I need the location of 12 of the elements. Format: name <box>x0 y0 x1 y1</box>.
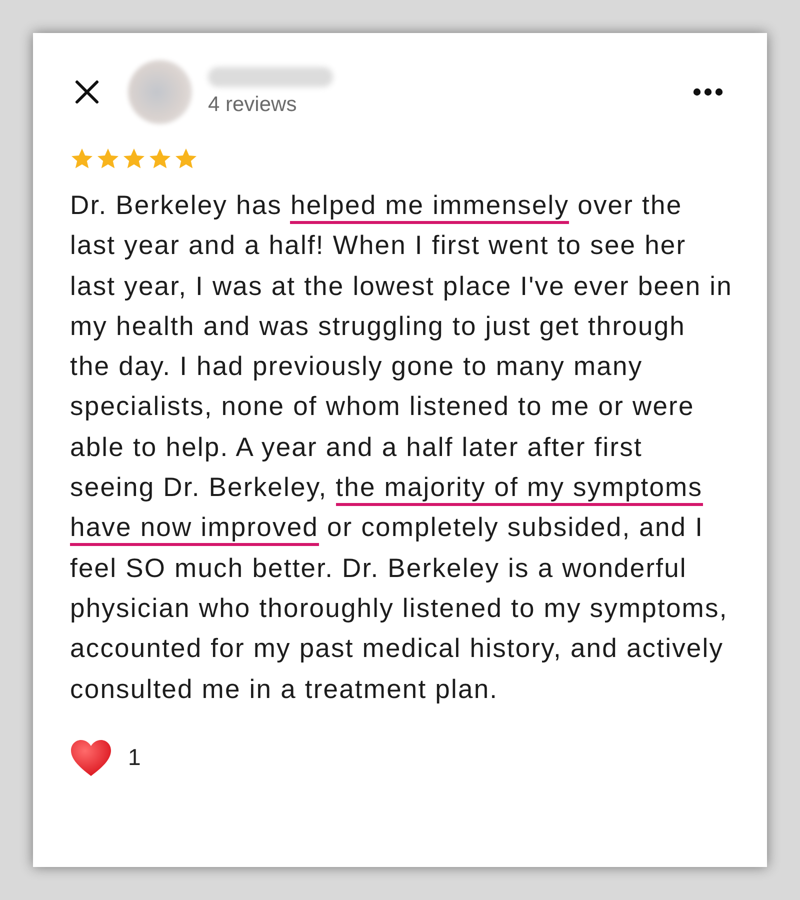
close-icon[interactable] <box>74 79 100 105</box>
review-text: Dr. Berkeley has helped me immensely over the last year and a half! When I first went to see her last year, I was at the lowest place I've ever been in my health and was struggling to just get through the day. I had previously gone to many many specialists, none of whom listened to me or were able to help. A year and a half later after first seeing Dr. Berkeley, the majority of my symptoms have now improved or completely subsided, and I feel SO much better. Dr. Berkeley is a wonderful physician who thoroughly listened to my symptoms, accounted for my past medical history, and actively consulted me in a treatment plan. <box>70 189 734 706</box>
more-icon[interactable] <box>693 88 723 96</box>
star-icon <box>174 147 198 171</box>
heart-icon[interactable] <box>70 738 112 777</box>
like-count: 1 <box>128 744 141 772</box>
star-icon <box>148 147 172 171</box>
star-icon <box>96 147 120 171</box>
avatar <box>128 60 192 124</box>
review-count: 4 reviews <box>208 93 298 117</box>
star-icon <box>70 147 94 171</box>
star-icon <box>122 147 146 171</box>
